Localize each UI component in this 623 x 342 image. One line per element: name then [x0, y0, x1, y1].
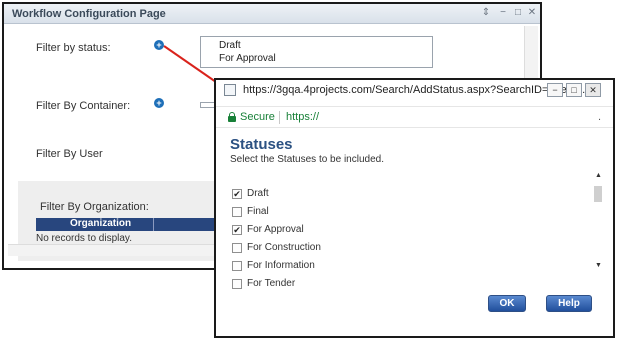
statuses-instructions: Select the Statuses to be included. [230, 154, 384, 165]
status-option-label: Final [247, 206, 269, 217]
selected-status-item: Draft [219, 40, 241, 51]
minimize-icon[interactable]: − [497, 7, 509, 19]
status-option-label: For Information [247, 260, 315, 271]
help-button[interactable]: Help [546, 295, 592, 312]
popup-title-bar: https://3gqa.4projects.com/Search/AddSta… [216, 80, 613, 100]
lock-icon [228, 112, 236, 122]
address-bar[interactable]: Secure https:// . [216, 106, 613, 128]
column-divider [153, 218, 154, 231]
filter-status-label: Filter by status: [36, 42, 111, 54]
status-option-label: For Tender [247, 278, 296, 289]
minimize-icon[interactable]: − [547, 83, 563, 97]
secure-label: Secure [240, 111, 275, 123]
scroll-thumb[interactable] [594, 186, 602, 202]
window-title: Workflow Configuration Page [12, 8, 166, 20]
selected-status-list[interactable]: Draft For Approval [200, 36, 433, 68]
address-protocol: https:// [286, 111, 320, 123]
filter-user-label: Filter By User [36, 148, 103, 160]
add-status-popup: https://3gqa.4projects.com/Search/AddSta… [214, 78, 615, 338]
pin-icon[interactable]: ⇕ [480, 7, 492, 19]
filter-container-label: Filter By Container: [36, 100, 131, 112]
popup-url: https://3gqa.4projects.com/Search/AddSta… [243, 84, 589, 96]
status-checkbox[interactable] [232, 279, 242, 289]
add-status-icon[interactable]: + [154, 40, 164, 50]
grid-empty-message: No records to display. [36, 233, 132, 244]
filter-organization-label: Filter By Organization: [40, 201, 149, 213]
status-checkbox[interactable]: ✔ [232, 189, 242, 199]
statuses-heading: Statuses [230, 136, 293, 153]
scroll-down-icon[interactable]: ▼ [594, 262, 603, 269]
status-checkbox[interactable] [232, 207, 242, 217]
close-icon[interactable]: ✕ [585, 83, 601, 97]
scroll-up-icon[interactable]: ▲ [594, 172, 603, 179]
maximize-icon[interactable]: □ [512, 7, 524, 19]
ok-button[interactable]: OK [488, 295, 526, 312]
close-icon[interactable]: ✕ [526, 7, 538, 19]
status-option-label: For Approval [247, 224, 304, 235]
browser-icon [224, 84, 236, 96]
address-divider [279, 111, 280, 124]
status-checkbox[interactable] [232, 243, 242, 253]
status-checkbox[interactable] [232, 261, 242, 271]
add-container-icon[interactable]: + [154, 98, 164, 108]
selected-status-item: For Approval [219, 53, 276, 64]
address-more-icon[interactable]: . [598, 111, 601, 123]
title-bar: Workflow Configuration Page ⇕ − □ ✕ [4, 4, 540, 24]
status-option-label: Draft [247, 188, 269, 199]
status-option-label: For Construction [247, 242, 321, 253]
organization-column-header[interactable]: Organization [70, 218, 131, 229]
status-checkbox[interactable]: ✔ [232, 225, 242, 235]
maximize-icon[interactable]: □ [566, 83, 582, 97]
popup-scrollbar[interactable]: ▲ ▼ [594, 172, 603, 272]
